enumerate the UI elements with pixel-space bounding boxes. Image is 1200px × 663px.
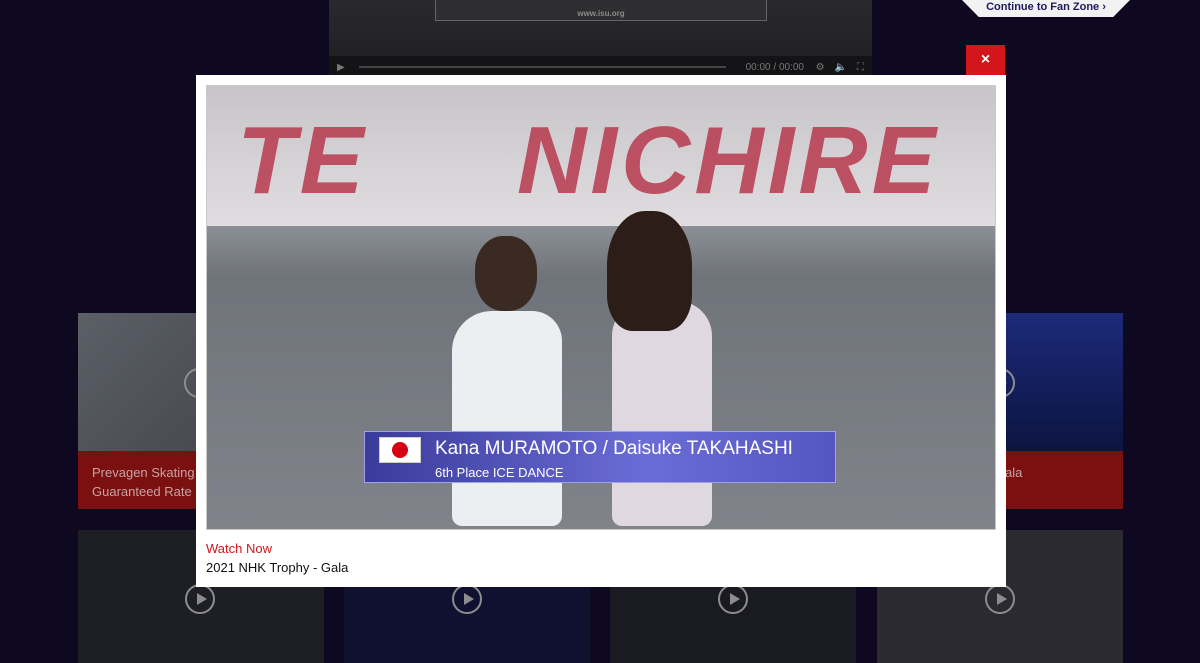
player-time: 00:00 / 00:00 (745, 61, 804, 73)
continue-to-fan-zone-link[interactable]: Continue to Fan Zone › (962, 0, 1130, 17)
video-player[interactable]: TE NICHIRE Kana MURAMOTO / Daisuke TAKAH… (206, 85, 996, 530)
skater-female-head (607, 211, 692, 331)
signboard-text-left: TE (237, 107, 368, 214)
play-icon (718, 584, 748, 614)
signboard-text-right: NICHIRE (517, 107, 940, 214)
video-modal: TE NICHIRE Kana MURAMOTO / Daisuke TAKAH… (196, 75, 1006, 587)
background-video-frame: www.isu.org (435, 0, 767, 21)
skater-male-head (475, 236, 537, 311)
close-modal-button[interactable]: × (966, 45, 1005, 75)
background-video-player: www.isu.org ▶ 00:00 / 00:00 ⚙ 🔈 ⛶ (329, 0, 872, 78)
watch-now-link[interactable]: Watch Now (206, 541, 272, 556)
play-icon (185, 584, 215, 614)
ice-surface (207, 276, 995, 529)
settings-icon: ⚙ (815, 61, 825, 73)
skater-female (612, 301, 712, 526)
play-icon (452, 584, 482, 614)
play-icon: ▶ (337, 61, 345, 73)
progress-bar (358, 66, 726, 68)
broadcast-lower-third: Kana MURAMOTO / Daisuke TAKAHASHI 6th Pl… (364, 431, 836, 483)
volume-icon: 🔈 (834, 61, 847, 73)
play-icon (985, 584, 1015, 614)
skater-male (452, 311, 562, 526)
placing-text: 6th Place ICE DANCE (435, 465, 564, 480)
fullscreen-icon: ⛶ (857, 61, 864, 73)
background-video-url: www.isu.org (577, 9, 625, 18)
rink-wall (207, 226, 995, 276)
event-title: 2021 NHK Trophy - Gala (206, 560, 349, 575)
skater-names: Kana MURAMOTO / Daisuke TAKAHASHI (435, 438, 793, 459)
japan-flag-icon (379, 437, 421, 463)
